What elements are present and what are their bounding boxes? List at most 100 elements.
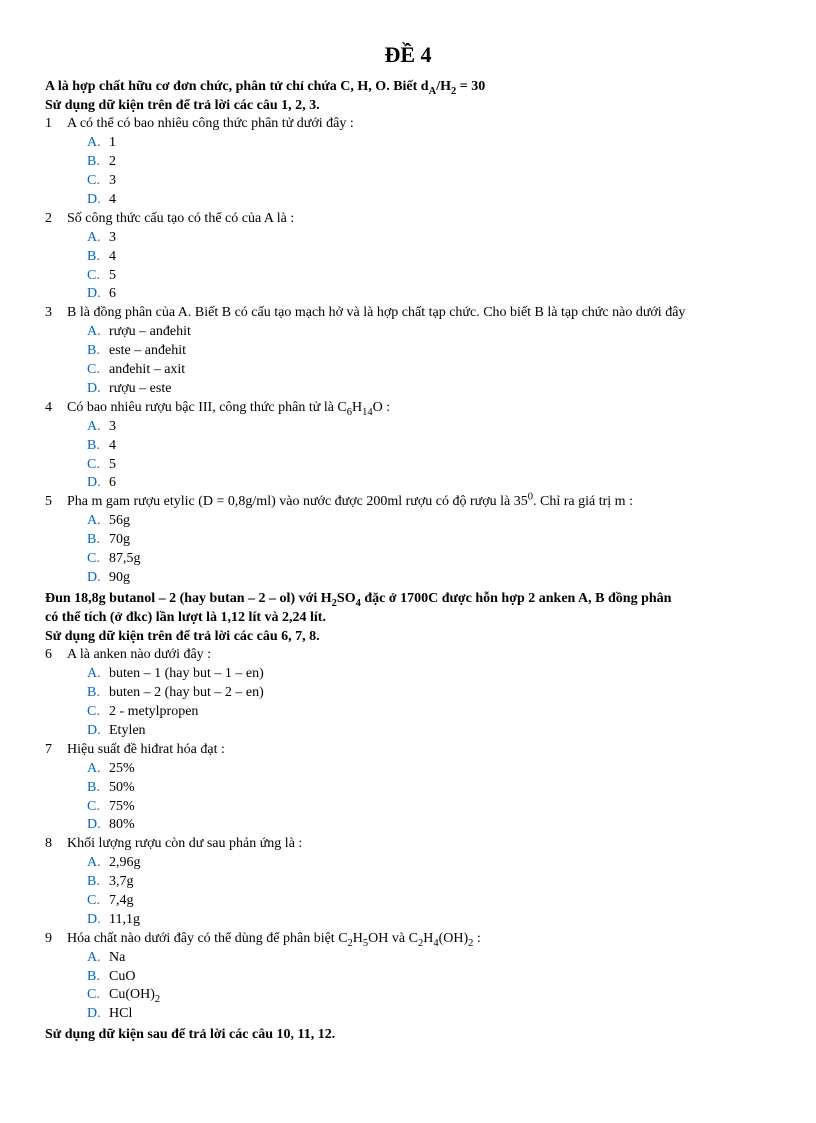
option-text: 70g <box>109 531 771 550</box>
option-label: A. <box>87 323 109 342</box>
option-label: C. <box>87 456 109 475</box>
option-label: B. <box>87 342 109 361</box>
page-title: ĐỀ 4 <box>45 40 771 70</box>
option-text: 3 <box>109 172 771 191</box>
option: D.4 <box>45 191 771 210</box>
option-text: 6 <box>109 285 771 304</box>
question: 2Số công thức cấu tạo có thể có của A là… <box>45 210 771 304</box>
option: D.HCl <box>45 1005 771 1024</box>
option-text: 2 <box>109 153 771 172</box>
option-text: buten – 2 (hay but – 2 – en) <box>109 684 771 703</box>
option-text: rượu – anđehit <box>109 323 771 342</box>
section-intro-line: Sử dụng dữ kiện trên để trả lời các câu … <box>45 628 771 647</box>
option: B.4 <box>45 248 771 267</box>
option-text: 50% <box>109 779 771 798</box>
option: A.25% <box>45 760 771 779</box>
question-row: 3B là đồng phân của A. Biết B có cấu tạo… <box>45 304 771 323</box>
intro: A là hợp chất hữu cơ đơn chức, phân tử c… <box>45 78 771 116</box>
question-row: 8Khối lượng rượu còn dư sau phản ứng là … <box>45 835 771 854</box>
option-label: C. <box>87 798 109 817</box>
question-text: A có thể có bao nhiêu công thức phân tử … <box>67 115 771 134</box>
option-text: 4 <box>109 437 771 456</box>
option: A.1 <box>45 134 771 153</box>
option-label: C. <box>87 550 109 569</box>
option-text: rượu – este <box>109 380 771 399</box>
option: D.6 <box>45 474 771 493</box>
question-text: Có bao nhiêu rượu bậc III, công thức phâ… <box>67 399 771 418</box>
option: D.80% <box>45 816 771 835</box>
question-number: 4 <box>45 399 67 418</box>
option-text: 5 <box>109 456 771 475</box>
option-label: D. <box>87 1005 109 1024</box>
option: D.rượu – este <box>45 380 771 399</box>
option: A.3 <box>45 229 771 248</box>
section2-intro: Đun 18,8g butanol – 2 (hay butan – 2 – o… <box>45 590 771 647</box>
option-label: D. <box>87 911 109 930</box>
option-text: 5 <box>109 267 771 286</box>
question-text: Pha m gam rượu etylic (D = 0,8g/ml) vào … <box>67 493 771 512</box>
question: 4Có bao nhiêu rượu bậc III, công thức ph… <box>45 399 771 493</box>
option: A.56g <box>45 512 771 531</box>
question-text: Khối lượng rượu còn dư sau phản ứng là : <box>67 835 771 854</box>
option-label: D. <box>87 380 109 399</box>
question-text: B là đồng phân của A. Biết B có cấu tạo … <box>67 304 771 323</box>
question-text: Hóa chất nào dưới đây có thể dùng để phâ… <box>67 930 771 949</box>
option-label: A. <box>87 854 109 873</box>
option-label: C. <box>87 986 109 1005</box>
question: 9Hóa chất nào dưới đây có thể dùng để ph… <box>45 930 771 1024</box>
option-label: B. <box>87 248 109 267</box>
option: B.2 <box>45 153 771 172</box>
option: A.rượu – anđehit <box>45 323 771 342</box>
question-text: A là anken nào dưới đây : <box>67 646 771 665</box>
option: A.buten – 1 (hay but – 1 – en) <box>45 665 771 684</box>
option: D.90g <box>45 569 771 588</box>
option: D.Etylen <box>45 722 771 741</box>
option-label: D. <box>87 285 109 304</box>
option-text: 80% <box>109 816 771 835</box>
question: 1A có thể có bao nhiêu công thức phân tử… <box>45 115 771 209</box>
option-label: D. <box>87 191 109 210</box>
option: D.11,1g <box>45 911 771 930</box>
option-label: B. <box>87 437 109 456</box>
question-row: 9Hóa chất nào dưới đây có thể dùng để ph… <box>45 930 771 949</box>
question: 7Hiệu suất đề hiđrat hóa đạt :A.25%B.50%… <box>45 741 771 835</box>
option: B.buten – 2 (hay but – 2 – en) <box>45 684 771 703</box>
questions-group-2: 6A là anken nào dưới đây :A.buten – 1 (h… <box>45 646 771 1024</box>
footer-note: Sử dụng dữ kiện sau để trả lời các câu 1… <box>45 1026 771 1045</box>
option-label: A. <box>87 229 109 248</box>
option-label: A. <box>87 134 109 153</box>
option-text: buten – 1 (hay but – 1 – en) <box>109 665 771 684</box>
option-label: A. <box>87 760 109 779</box>
option-text: anđehit – axit <box>109 361 771 380</box>
option: C.3 <box>45 172 771 191</box>
option-text: 75% <box>109 798 771 817</box>
option: B.este – anđehit <box>45 342 771 361</box>
option: C.2 - metylpropen <box>45 703 771 722</box>
option-label: C. <box>87 703 109 722</box>
question: 8Khối lượng rượu còn dư sau phản ứng là … <box>45 835 771 929</box>
option-label: D. <box>87 569 109 588</box>
section-intro-line: có thể tích (ở đkc) lần lượt là 1,12 lít… <box>45 609 771 628</box>
option-label: C. <box>87 267 109 286</box>
option-label: D. <box>87 722 109 741</box>
option-text: este – anđehit <box>109 342 771 361</box>
question-number: 9 <box>45 930 67 949</box>
question-number: 7 <box>45 741 67 760</box>
option: C.87,5g <box>45 550 771 569</box>
option-text: 25% <box>109 760 771 779</box>
option: C.75% <box>45 798 771 817</box>
option-text: 56g <box>109 512 771 531</box>
option-text: 87,5g <box>109 550 771 569</box>
option: C.5 <box>45 456 771 475</box>
question-number: 2 <box>45 210 67 229</box>
option-text: Na <box>109 949 771 968</box>
option-text: 6 <box>109 474 771 493</box>
question-row: 7Hiệu suất đề hiđrat hóa đạt : <box>45 741 771 760</box>
question-text: Số công thức cấu tạo có thể có của A là … <box>67 210 771 229</box>
intro-line: Sử dụng dữ kiện trên để trả lời các câu … <box>45 97 771 116</box>
question-row: 5Pha m gam rượu etylic (D = 0,8g/ml) vào… <box>45 493 771 512</box>
option-label: B. <box>87 779 109 798</box>
option: B.70g <box>45 531 771 550</box>
question-number: 3 <box>45 304 67 323</box>
option-text: Cu(OH)2 <box>109 986 771 1005</box>
